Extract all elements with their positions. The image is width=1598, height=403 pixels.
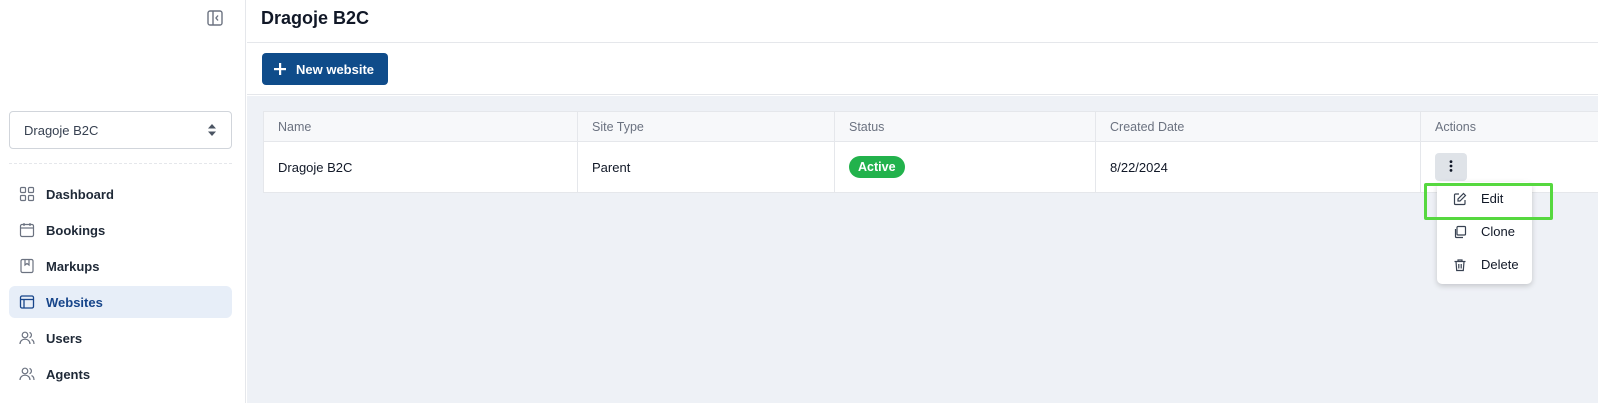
users-icon [19, 366, 35, 382]
sidebar: Dragoje B2C Dashboard Bookings Markups W… [0, 0, 246, 403]
row-actions-button[interactable] [1435, 153, 1467, 181]
sidebar-item-label: Users [46, 330, 83, 346]
cell-site-type: Parent [578, 142, 835, 192]
menu-item-label: Delete [1481, 257, 1519, 272]
cell-status: Active [835, 142, 1096, 192]
page-header: Dragoje B2C [247, 0, 1598, 43]
menu-item-edit[interactable]: Edit [1437, 182, 1532, 215]
column-header-actions: Actions [1435, 119, 1476, 134]
site-selector[interactable]: Dragoje B2C [9, 111, 232, 149]
copy-icon [1453, 225, 1467, 239]
column-header-name[interactable]: Name [264, 112, 578, 141]
users-icon [19, 330, 35, 346]
row-actions-menu: Edit Clone Delete [1437, 182, 1532, 284]
column-header-site-type[interactable]: Site Type [578, 112, 835, 141]
sidebar-item-dashboard[interactable]: Dashboard [9, 178, 232, 210]
main-content: Name Site Type Status Created Date Actio… [247, 96, 1598, 403]
plus-icon [274, 63, 286, 75]
menu-item-label: Edit [1481, 191, 1504, 206]
menu-item-clone[interactable]: Clone [1437, 215, 1532, 248]
sidebar-item-websites[interactable]: Websites [9, 286, 232, 318]
table-header: Name Site Type Status Created Date Actio… [264, 112, 1598, 142]
edit-icon [1453, 192, 1467, 206]
sidebar-item-label: Websites [46, 294, 103, 310]
sidebar-item-markups[interactable]: Markups [9, 250, 232, 282]
menu-item-label: Clone [1481, 224, 1515, 239]
status-badge: Active [849, 156, 905, 178]
sidebar-nav: Dashboard Bookings Markups Websites User… [9, 178, 232, 394]
websites-table: Name Site Type Status Created Date Actio… [263, 111, 1598, 193]
browser-icon [19, 294, 35, 310]
sidebar-divider [9, 163, 232, 164]
menu-item-delete[interactable]: Delete [1437, 248, 1532, 281]
cell-created-date: 8/22/2024 [1096, 142, 1421, 192]
tag-icon [19, 258, 35, 274]
trash-icon [1453, 258, 1467, 272]
collapse-sidebar-icon[interactable] [206, 9, 224, 27]
sidebar-item-label: Bookings [46, 222, 106, 238]
sidebar-item-users[interactable]: Users [9, 322, 232, 354]
kebab-menu-icon [1449, 159, 1453, 175]
toolbar: New website [247, 43, 1598, 95]
new-website-button[interactable]: New website [262, 53, 389, 85]
sidebar-item-bookings[interactable]: Bookings [9, 214, 232, 246]
sidebar-item-agents[interactable]: Agents [9, 358, 232, 390]
calendar-icon [19, 222, 35, 238]
sidebar-item-label: Agents [46, 366, 91, 382]
cell-name: Dragoje B2C [264, 142, 578, 192]
page-title: Dragoje B2C [261, 8, 370, 28]
column-header-status[interactable]: Status [835, 112, 1096, 141]
sidebar-item-label: Markups [46, 258, 100, 274]
site-selector-value: Dragoje B2C [24, 122, 99, 138]
new-website-label: New website [296, 61, 375, 77]
table-row[interactable]: Dragoje B2C Parent Active 8/22/2024 [264, 142, 1598, 192]
grid-icon [19, 186, 35, 202]
sidebar-item-label: Dashboard [46, 186, 114, 202]
select-arrows-icon [207, 123, 217, 137]
column-header-created-date[interactable]: Created Date [1096, 112, 1421, 141]
